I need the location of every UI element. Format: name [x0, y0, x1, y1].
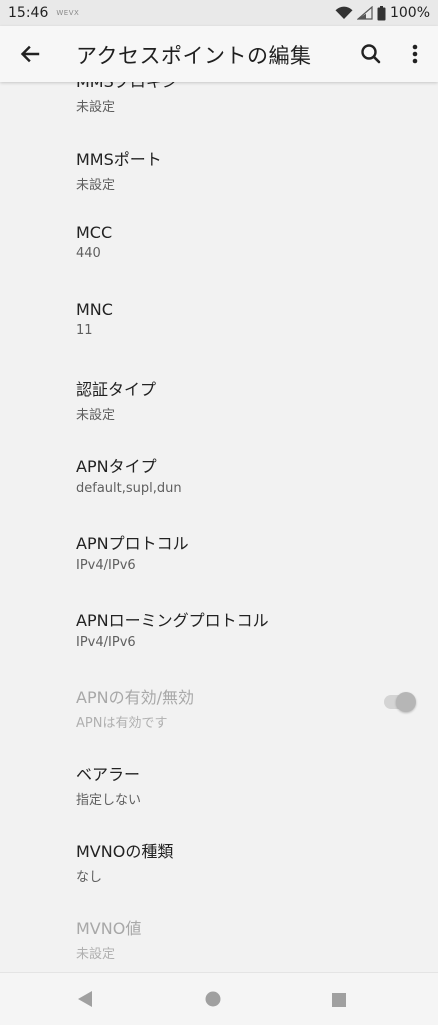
nav-recents-icon[interactable]: [332, 992, 346, 1007]
list-item-summary: IPv4/IPv6: [76, 558, 136, 573]
list-item-mvno-value: MVNO値 未設定: [76, 915, 438, 962]
list-item-mnc[interactable]: MNC 11: [76, 300, 438, 338]
preference-list[interactable]: MMSプロキシ 未設定 MMSポート 未設定 MCC 440 MNC 11 認証…: [0, 82, 438, 972]
nav-home-icon[interactable]: [205, 991, 221, 1007]
list-item-summary: 未設定: [76, 408, 116, 423]
switch-thumb: [396, 692, 416, 712]
list-item-summary: 11: [76, 323, 93, 338]
search-icon[interactable]: [358, 41, 384, 67]
status-carrier-label: WEVX: [56, 9, 80, 17]
list-item-mcc[interactable]: MCC 440: [76, 223, 438, 261]
list-item-mvno-type[interactable]: MVNOの種類 なし: [76, 838, 438, 885]
battery-percent: 100%: [389, 5, 430, 21]
list-item-title: 認証タイプ: [76, 380, 157, 399]
more-vert-icon[interactable]: [405, 41, 425, 67]
app-bar: アクセスポイントの編集: [0, 26, 438, 82]
list-item-summary: default,supl,dun: [76, 481, 182, 496]
status-bar: 15:46 WEVX 100%: [0, 0, 438, 26]
list-item-mms-port[interactable]: MMSポート 未設定: [76, 146, 438, 193]
list-item-bearer[interactable]: ベアラー 指定しない: [76, 761, 438, 808]
list-item-summary: 440: [76, 246, 101, 261]
wifi-icon: [335, 6, 353, 20]
list-item-title: APNローミングプロトコル: [76, 611, 269, 630]
list-item-summary: なし: [76, 870, 103, 885]
list-item-summary: 未設定: [76, 178, 116, 193]
list-item-apn-type[interactable]: APNタイプ default,supl,dun: [76, 453, 438, 496]
nav-back-icon[interactable]: [76, 990, 94, 1008]
back-arrow-icon[interactable]: [16, 40, 44, 68]
list-item-title: APNプロトコル: [76, 534, 189, 553]
page-title: アクセスポイントの編集: [76, 44, 312, 68]
list-item-summary: APNは有効です: [76, 716, 168, 731]
signal-icon: [356, 6, 373, 20]
list-item-title: MCC: [76, 223, 113, 242]
status-time: 15:46: [8, 5, 49, 21]
list-item-summary: IPv4/IPv6: [76, 635, 136, 650]
list-item-title: MNC: [76, 300, 113, 319]
apn-enable-switch: [382, 690, 418, 714]
list-item-summary: 未設定: [76, 100, 116, 115]
list-item-mms-proxy[interactable]: MMSプロキシ 未設定: [76, 82, 438, 115]
list-item-title: APNタイプ: [76, 457, 157, 476]
list-item-summary: 指定しない: [76, 793, 142, 808]
list-item-apn-roaming-protocol[interactable]: APNローミングプロトコル IPv4/IPv6: [76, 607, 438, 650]
list-item-title: MMSポート: [76, 150, 162, 169]
list-item-title: MMSプロキシ: [76, 82, 438, 92]
system-nav-bar: [0, 972, 438, 1025]
list-item-title: MVNOの種類: [76, 842, 174, 861]
list-item-title: MVNO値: [76, 919, 142, 938]
list-item-auth-type[interactable]: 認証タイプ 未設定: [76, 376, 438, 423]
list-item-apn-protocol[interactable]: APNプロトコル IPv4/IPv6: [76, 530, 438, 573]
list-item-summary: 未設定: [76, 947, 116, 962]
list-item-title: ベアラー: [76, 765, 141, 784]
battery-icon: [377, 5, 386, 21]
